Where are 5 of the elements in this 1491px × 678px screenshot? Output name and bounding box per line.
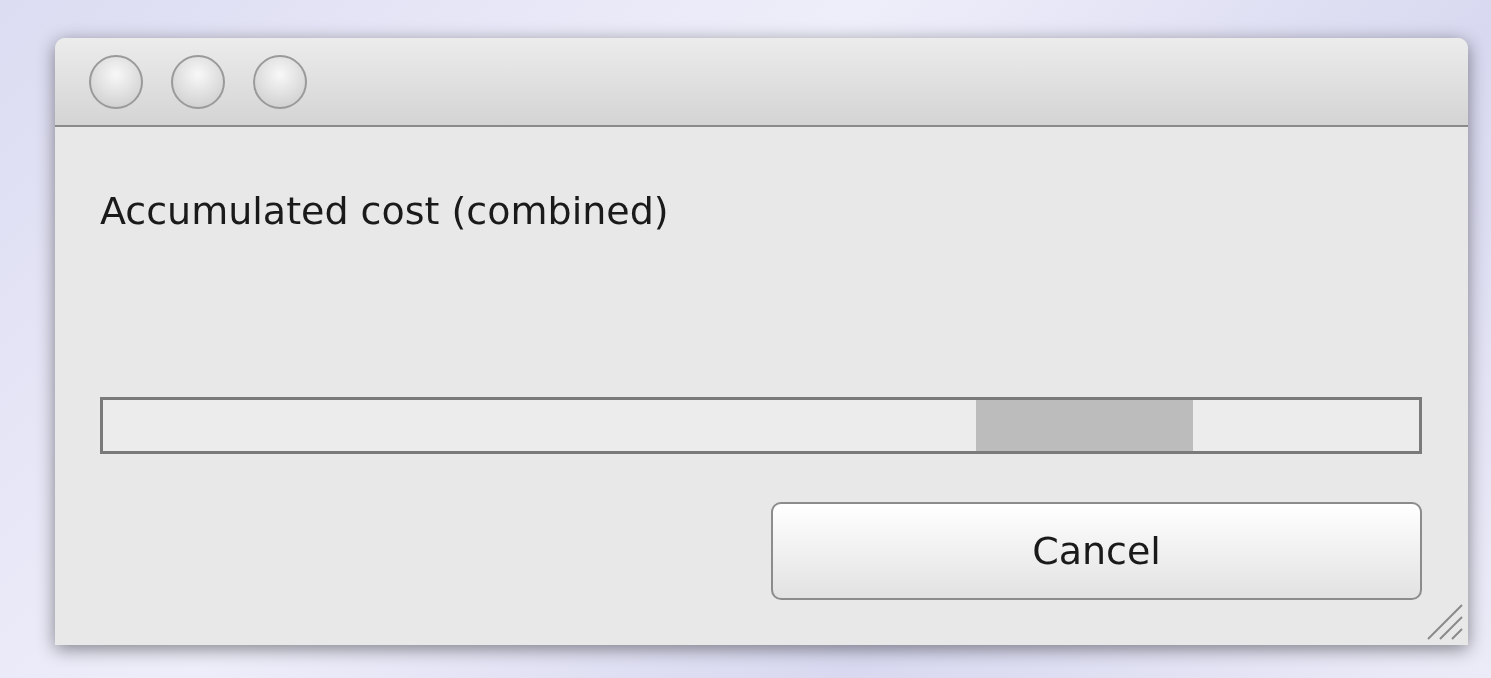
minimize-button[interactable]: [171, 54, 225, 109]
zoom-button[interactable]: [253, 54, 307, 109]
cancel-button[interactable]: Cancel: [771, 502, 1422, 600]
close-button[interactable]: [89, 54, 143, 109]
progress-message: Accumulated cost (combined): [100, 188, 670, 235]
